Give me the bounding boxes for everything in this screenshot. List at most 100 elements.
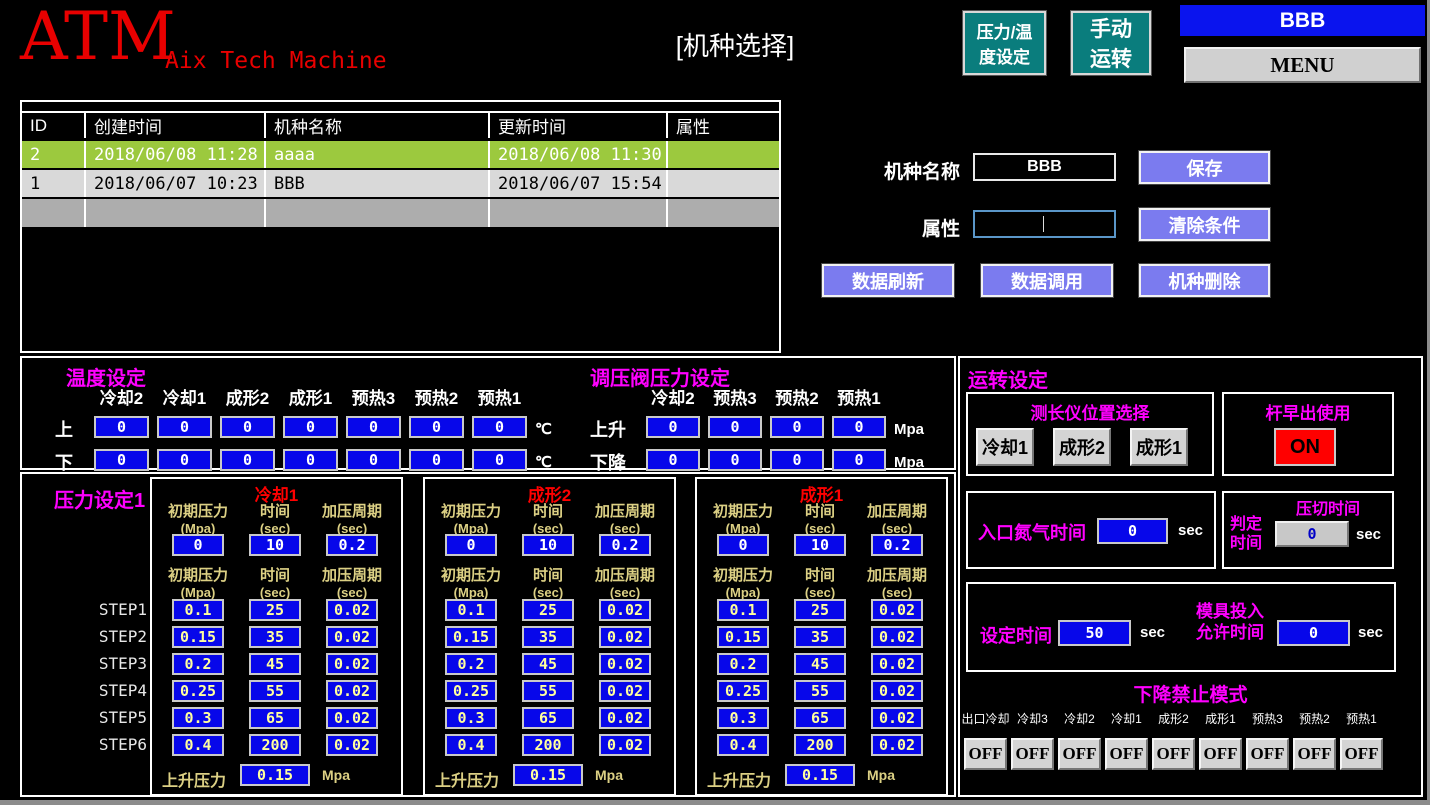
valve-value-input[interactable]: 0 xyxy=(646,416,700,438)
rod-early-out-toggle[interactable]: ON xyxy=(1274,428,1336,466)
step-value-input[interactable]: 0.3 xyxy=(172,707,224,729)
step-value-input[interactable]: 45 xyxy=(522,653,574,675)
descend-toggle-button[interactable]: OFF xyxy=(1199,738,1242,770)
step-value-input[interactable]: 0.15 xyxy=(445,626,497,648)
step-value-input[interactable]: 0.25 xyxy=(172,680,224,702)
temperature-value-input[interactable]: 0 xyxy=(283,449,338,471)
valve-value-input[interactable]: 0 xyxy=(708,449,762,471)
valve-value-input[interactable]: 0 xyxy=(646,449,700,471)
step-value-input[interactable]: 0.4 xyxy=(717,734,769,756)
step-value-input[interactable]: 65 xyxy=(522,707,574,729)
temperature-value-input[interactable]: 0 xyxy=(409,449,464,471)
manual-operation-button[interactable]: 手动 运转 xyxy=(1071,11,1151,75)
rise-pressure-input[interactable]: 0.15 xyxy=(513,764,583,786)
step-value-input[interactable]: 55 xyxy=(794,680,846,702)
step-value-input[interactable]: 35 xyxy=(794,626,846,648)
descend-toggle-button[interactable]: OFF xyxy=(1152,738,1195,770)
position-cooling1-button[interactable]: 冷却1 xyxy=(976,428,1034,466)
initial-value-input[interactable]: 0 xyxy=(172,534,224,556)
step-value-input[interactable]: 45 xyxy=(249,653,301,675)
step-value-input[interactable]: 35 xyxy=(522,626,574,648)
initial-value-input[interactable]: 0.2 xyxy=(599,534,651,556)
nitrogen-time-input[interactable]: 0 xyxy=(1097,518,1168,544)
machine-delete-button[interactable]: 机种删除 xyxy=(1139,264,1270,297)
step-value-input[interactable]: 0.1 xyxy=(717,599,769,621)
temperature-value-input[interactable]: 0 xyxy=(409,416,464,438)
step-value-input[interactable]: 0.02 xyxy=(871,680,923,702)
menu-button[interactable]: MENU xyxy=(1184,47,1421,83)
descend-toggle-button[interactable]: OFF xyxy=(1058,738,1101,770)
step-value-input[interactable]: 0.02 xyxy=(326,707,378,729)
clear-condition-button[interactable]: 清除条件 xyxy=(1139,208,1270,241)
step-value-input[interactable]: 0.4 xyxy=(172,734,224,756)
attribute-input[interactable] xyxy=(973,210,1116,238)
position-forming1-button[interactable]: 成形1 xyxy=(1130,428,1188,466)
temperature-value-input[interactable]: 0 xyxy=(157,449,212,471)
temperature-value-input[interactable]: 0 xyxy=(157,416,212,438)
data-refresh-button[interactable]: 数据刷新 xyxy=(822,264,954,297)
step-value-input[interactable]: 0.02 xyxy=(599,680,651,702)
valve-value-input[interactable]: 0 xyxy=(832,449,886,471)
step-value-input[interactable]: 25 xyxy=(249,599,301,621)
descend-toggle-button[interactable]: OFF xyxy=(964,738,1007,770)
step-value-input[interactable]: 0.02 xyxy=(326,653,378,675)
temperature-value-input[interactable]: 0 xyxy=(220,416,275,438)
descend-toggle-button[interactable]: OFF xyxy=(1105,738,1148,770)
step-value-input[interactable]: 0.02 xyxy=(599,599,651,621)
step-value-input[interactable]: 25 xyxy=(794,599,846,621)
save-button[interactable]: 保存 xyxy=(1139,151,1270,184)
step-value-input[interactable]: 0.2 xyxy=(172,653,224,675)
temperature-value-input[interactable]: 0 xyxy=(472,449,527,471)
temperature-value-input[interactable]: 0 xyxy=(94,449,149,471)
step-value-input[interactable]: 0.15 xyxy=(172,626,224,648)
data-recall-button[interactable]: 数据调用 xyxy=(981,264,1113,297)
step-value-input[interactable]: 0.02 xyxy=(871,626,923,648)
initial-value-input[interactable]: 10 xyxy=(522,534,574,556)
step-value-input[interactable]: 0.15 xyxy=(717,626,769,648)
temperature-value-input[interactable]: 0 xyxy=(472,416,527,438)
step-value-input[interactable]: 55 xyxy=(522,680,574,702)
step-value-input[interactable]: 0.3 xyxy=(717,707,769,729)
step-value-input[interactable]: 0.25 xyxy=(717,680,769,702)
valve-value-input[interactable]: 0 xyxy=(708,416,762,438)
step-value-input[interactable]: 0.02 xyxy=(326,734,378,756)
temperature-value-input[interactable]: 0 xyxy=(346,416,401,438)
step-value-input[interactable]: 0.02 xyxy=(599,707,651,729)
step-value-input[interactable]: 0.02 xyxy=(599,653,651,675)
step-value-input[interactable]: 200 xyxy=(794,734,846,756)
pressure-temp-settings-button[interactable]: 压力/温 度设定 xyxy=(963,11,1046,75)
step-value-input[interactable]: 0.02 xyxy=(871,734,923,756)
descend-toggle-button[interactable]: OFF xyxy=(1340,738,1383,770)
step-value-input[interactable]: 200 xyxy=(249,734,301,756)
step-value-input[interactable]: 0.02 xyxy=(599,626,651,648)
valve-value-input[interactable]: 0 xyxy=(770,449,824,471)
machine-name-input[interactable]: BBB xyxy=(973,153,1116,181)
step-value-input[interactable]: 0.4 xyxy=(445,734,497,756)
initial-value-input[interactable]: 10 xyxy=(249,534,301,556)
initial-value-input[interactable]: 10 xyxy=(794,534,846,556)
valve-value-input[interactable]: 0 xyxy=(832,416,886,438)
temperature-value-input[interactable]: 0 xyxy=(283,416,338,438)
step-value-input[interactable]: 0.02 xyxy=(326,599,378,621)
step-value-input[interactable]: 0.02 xyxy=(871,599,923,621)
valve-value-input[interactable]: 0 xyxy=(770,416,824,438)
step-value-input[interactable]: 0.25 xyxy=(445,680,497,702)
rise-pressure-input[interactable]: 0.15 xyxy=(240,764,310,786)
table-row[interactable]: 12018/06/07 10:23BBB2018/06/07 15:54 xyxy=(22,170,779,197)
rise-pressure-input[interactable]: 0.15 xyxy=(785,764,855,786)
position-forming2-button[interactable]: 成形2 xyxy=(1053,428,1111,466)
step-value-input[interactable]: 35 xyxy=(249,626,301,648)
step-value-input[interactable]: 65 xyxy=(794,707,846,729)
initial-value-input[interactable]: 0.2 xyxy=(326,534,378,556)
set-time-input[interactable]: 50 xyxy=(1058,620,1131,646)
step-value-input[interactable]: 0.2 xyxy=(717,653,769,675)
step-value-input[interactable]: 0.1 xyxy=(445,599,497,621)
step-value-input[interactable]: 200 xyxy=(522,734,574,756)
initial-value-input[interactable]: 0.2 xyxy=(871,534,923,556)
temperature-value-input[interactable]: 0 xyxy=(220,449,275,471)
initial-value-input[interactable]: 0 xyxy=(717,534,769,556)
step-value-input[interactable]: 0.02 xyxy=(599,734,651,756)
descend-toggle-button[interactable]: OFF xyxy=(1246,738,1289,770)
descend-toggle-button[interactable]: OFF xyxy=(1293,738,1336,770)
step-value-input[interactable]: 25 xyxy=(522,599,574,621)
